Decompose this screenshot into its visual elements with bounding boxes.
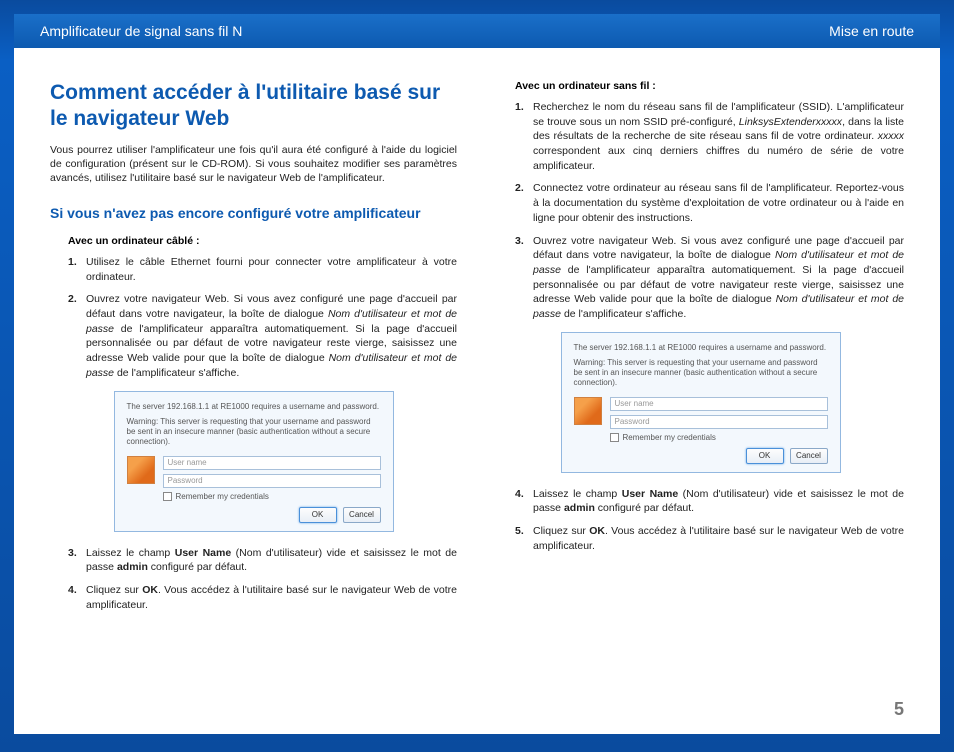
username-field[interactable]: User name [610, 397, 828, 411]
wired-step-1: Utilisez le câble Ethernet fourni pour c… [68, 255, 457, 284]
left-column: Comment accéder à l'utilitaire basé sur … [50, 80, 457, 620]
header-bar: Amplificateur de signal sans fil N Mise … [14, 14, 940, 48]
wired-step-3: Laissez le champ User Name (Nom d'utilis… [68, 546, 457, 575]
wired-step-4: Cliquez sur OK. Vous accédez à l'utilita… [68, 583, 457, 612]
auth-dialog: The server 192.168.1.1 at RE1000 require… [114, 391, 394, 532]
ok-button[interactable]: OK [299, 507, 337, 523]
remember-label: Remember my credentials [623, 433, 716, 442]
password-field[interactable]: Password [163, 474, 381, 488]
wireless-step-1: Recherchez le nom du réseau sans fil de … [515, 100, 904, 173]
remember-checkbox[interactable]: Remember my credentials [610, 433, 828, 442]
auth-dialog: The server 192.168.1.1 at RE1000 require… [561, 332, 841, 473]
cancel-button[interactable]: Cancel [790, 448, 828, 464]
section-heading: Si vous n'avez pas encore configuré votr… [50, 205, 457, 221]
content-columns: Comment accéder à l'utilitaire basé sur … [14, 48, 940, 620]
wired-steps-cont: Laissez le champ User Name (Nom d'utilis… [68, 546, 457, 613]
dialog-warning-text: Warning: This server is requesting that … [127, 417, 381, 448]
dialog-server-text: The server 192.168.1.1 at RE1000 require… [127, 402, 381, 411]
dialog-buttons: OK Cancel [574, 448, 828, 464]
dialog-warning-text: Warning: This server is requesting that … [574, 358, 828, 389]
wireless-step-3: Ouvrez votre navigateur Web. Si vous ave… [515, 234, 904, 322]
wired-heading: Avec un ordinateur câblé : [68, 235, 457, 247]
page-number: 5 [894, 699, 904, 720]
username-field[interactable]: User name [163, 456, 381, 470]
checkbox-icon [163, 492, 172, 501]
remember-label: Remember my credentials [176, 492, 269, 501]
header-left: Amplificateur de signal sans fil N [40, 23, 242, 39]
password-field[interactable]: Password [610, 415, 828, 429]
dialog-credentials: User name Password Remember my credentia… [574, 397, 828, 442]
wired-steps: Utilisez le câble Ethernet fourni pour c… [68, 255, 457, 381]
wireless-step-4: Laissez le champ User Name (Nom d'utilis… [515, 487, 904, 516]
checkbox-icon [610, 433, 619, 442]
page: Amplificateur de signal sans fil N Mise … [14, 14, 940, 734]
header-right: Mise en route [829, 23, 914, 39]
cancel-button[interactable]: Cancel [343, 507, 381, 523]
wireless-steps: Recherchez le nom du réseau sans fil de … [515, 100, 904, 322]
ok-button[interactable]: OK [746, 448, 784, 464]
remember-checkbox[interactable]: Remember my credentials [163, 492, 381, 501]
dialog-credentials: User name Password Remember my credentia… [127, 456, 381, 501]
user-avatar-icon [127, 456, 155, 484]
wireless-step-5: Cliquez sur OK. Vous accédez à l'utilita… [515, 524, 904, 553]
dialog-fields: User name Password Remember my credentia… [163, 456, 381, 501]
dialog-fields: User name Password Remember my credentia… [610, 397, 828, 442]
page-title: Comment accéder à l'utilitaire basé sur … [50, 80, 457, 133]
wireless-steps-cont: Laissez le champ User Name (Nom d'utilis… [515, 487, 904, 554]
wireless-step-2: Connectez votre ordinateur au réseau san… [515, 181, 904, 225]
wired-step-2: Ouvrez votre navigateur Web. Si vous ave… [68, 292, 457, 380]
right-column: Avec un ordinateur sans fil : Recherchez… [497, 80, 904, 620]
wireless-heading: Avec un ordinateur sans fil : [515, 80, 904, 92]
intro-paragraph: Vous pourrez utiliser l'amplificateur un… [50, 143, 457, 186]
dialog-buttons: OK Cancel [127, 507, 381, 523]
user-avatar-icon [574, 397, 602, 425]
dialog-server-text: The server 192.168.1.1 at RE1000 require… [574, 343, 828, 352]
